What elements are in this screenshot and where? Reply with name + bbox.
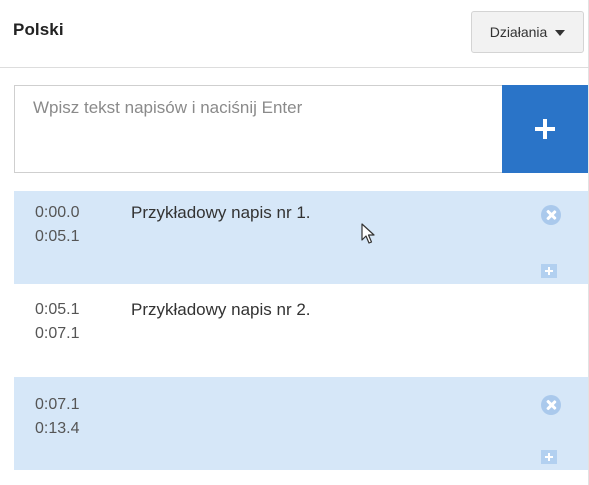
start-time[interactable]: 0:07.1 — [35, 393, 79, 417]
end-time[interactable]: 0:13.4 — [35, 417, 79, 441]
subtitle-row[interactable]: 0:00.0 0:05.1 Przykładowy napis nr 1. — [14, 191, 588, 284]
subtitle-row[interactable]: 0:05.1 0:07.1 Przykładowy napis nr 2. — [14, 284, 588, 377]
subtitle-row[interactable]: 0:07.1 0:13.4 — [14, 377, 588, 470]
plus-square-icon[interactable] — [541, 264, 557, 278]
subtitle-text-input[interactable] — [14, 85, 502, 173]
new-subtitle-form — [14, 85, 588, 173]
close-circle-icon[interactable] — [541, 395, 561, 415]
subtitle-text[interactable]: Przykładowy napis nr 2. — [131, 298, 311, 322]
start-time[interactable]: 0:05.1 — [35, 298, 79, 322]
language-title: Polski — [13, 20, 64, 39]
end-time[interactable]: 0:07.1 — [35, 322, 79, 346]
end-time[interactable]: 0:05.1 — [35, 225, 79, 249]
start-time[interactable]: 0:00.0 — [35, 201, 79, 225]
actions-button-label: Działania — [489, 24, 548, 40]
panel-header: Polski Działania — [0, 0, 589, 68]
mouse-cursor-icon — [361, 223, 375, 244]
actions-dropdown-button[interactable]: Działania — [471, 11, 584, 53]
add-subtitle-button[interactable] — [502, 85, 588, 173]
subtitle-text[interactable]: Przykładowy napis nr 1. — [131, 201, 311, 225]
plus-square-icon[interactable] — [541, 450, 557, 464]
subtitle-editor-panel: Polski Działania 0:00.0 0:05.1 Przykłado… — [0, 0, 589, 485]
close-circle-icon[interactable] — [541, 205, 561, 225]
caret-down-icon — [555, 29, 566, 36]
